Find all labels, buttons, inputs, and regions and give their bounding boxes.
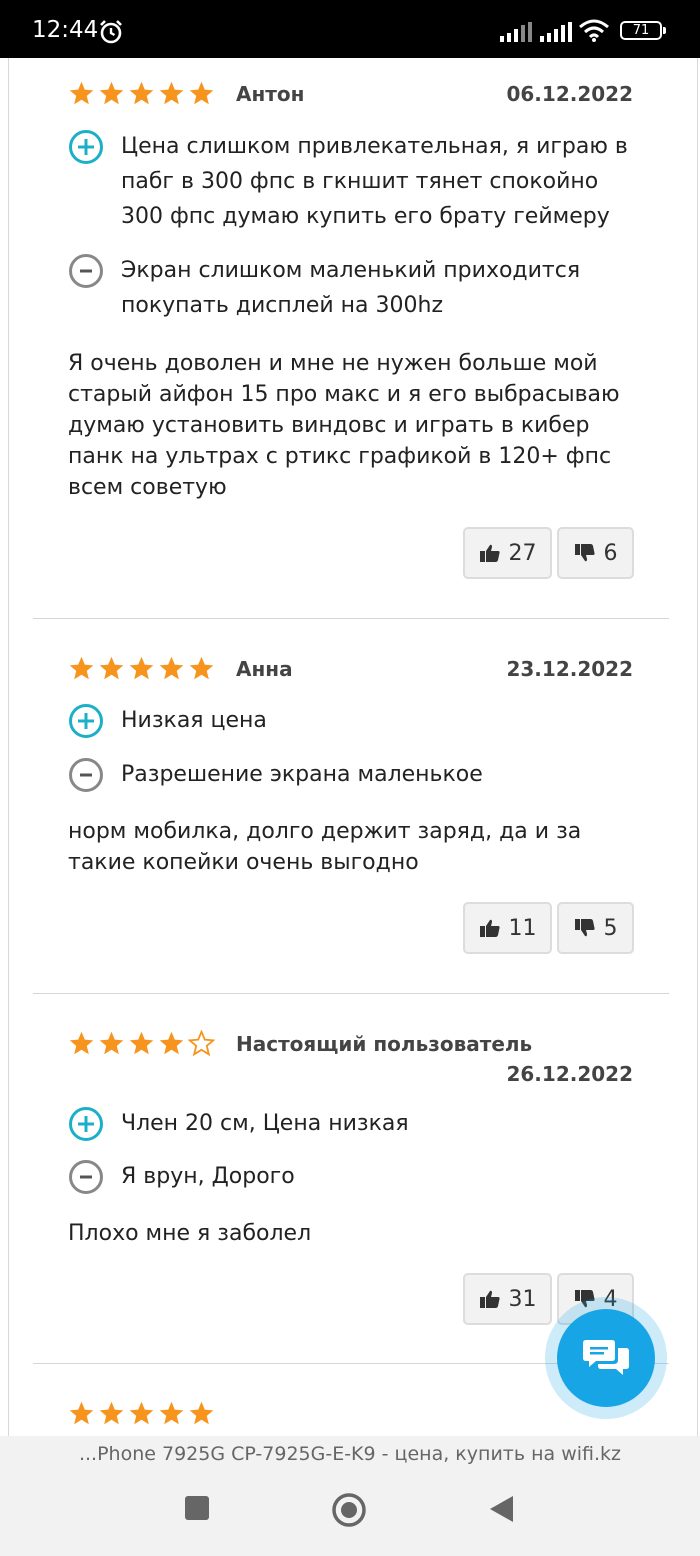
status-time: 12:44: [32, 17, 99, 43]
star-icon: [159, 1401, 184, 1425]
thumbs-up-icon: [479, 919, 500, 937]
review-text: Плохо мне я заболел: [68, 1221, 312, 1246]
dislike-button[interactable]: 6: [557, 527, 634, 579]
plus-circle-icon: [69, 1107, 103, 1141]
thumbs-down-icon: [574, 544, 595, 562]
back-triangle-icon[interactable]: [487, 1494, 515, 1524]
star-icon: [69, 1401, 94, 1425]
star-icon: [129, 1031, 154, 1055]
wifi-icon: [579, 19, 609, 42]
thumbs-up-icon: [479, 1290, 500, 1308]
chat-icon: [583, 1340, 629, 1375]
star-icon: [129, 656, 154, 680]
like-button[interactable]: 11: [463, 902, 552, 954]
battery-icon: 71: [620, 21, 666, 40]
star-icon: [129, 81, 154, 105]
like-count: 27: [508, 540, 537, 566]
review-cons: Я врун, Дорого: [68, 1159, 641, 1195]
page-title: ...Phone 7925G CP-7925G-E-K9 - цена, куп…: [78, 1443, 622, 1465]
star-icon: [159, 81, 184, 105]
star-icon: [159, 656, 184, 680]
cons-text: Экран слишком маленький приходится покуп…: [121, 258, 581, 318]
dislike-count: 5: [603, 915, 618, 941]
review-pros: Цена слишком привлекательная, я играю в …: [68, 129, 641, 234]
review-date: 06.12.2022: [506, 82, 633, 106]
status-bar: 12:44 71: [0, 0, 700, 58]
review-pros: Низкая цена: [68, 703, 641, 739]
plus-circle-icon: [69, 704, 103, 738]
star-icon: [69, 1031, 94, 1055]
pros-text: Низкая цена: [121, 708, 267, 733]
star-icon: [129, 1401, 154, 1425]
review-text: Я очень доволен и мне не нужен больше мо…: [68, 351, 620, 500]
review-cons: Разрешение экрана маленькое: [68, 757, 641, 793]
rating-stars: [68, 1030, 215, 1057]
star-icon: [99, 1401, 124, 1425]
rating-stars: [68, 80, 215, 107]
rating-stars: [68, 1400, 215, 1427]
signal-icon: [500, 22, 532, 42]
reviews-page[interactable]: Антон 06.12.2022 Цена слишком привлекате…: [8, 58, 698, 1436]
review-divider: [33, 618, 669, 619]
star-icon: [69, 81, 94, 105]
review-cons: Экран слишком маленький приходится покуп…: [68, 253, 641, 323]
review-text: норм мобилка, долго держит заряд, да и з…: [68, 819, 582, 875]
star-icon: [159, 1031, 184, 1055]
dislike-count: 6: [603, 540, 618, 566]
square-icon[interactable]: [183, 1494, 211, 1522]
rating-stars: [68, 655, 215, 682]
like-button[interactable]: 31: [463, 1273, 552, 1325]
review-date: 23.12.2022: [506, 657, 633, 681]
star-icon: [99, 81, 124, 105]
home-circle-icon[interactable]: [331, 1492, 367, 1528]
like-button[interactable]: 27: [463, 527, 552, 579]
star-icon: [189, 1401, 214, 1425]
star-icon: [189, 656, 214, 680]
thumbs-up-icon: [479, 544, 500, 562]
star-icon: [99, 1031, 124, 1055]
navigation-bar: [0, 1474, 700, 1556]
minus-circle-icon: [69, 1160, 103, 1194]
star-icon: [99, 656, 124, 680]
minus-circle-icon: [69, 758, 103, 792]
thumbs-down-icon: [574, 919, 595, 937]
alarm-icon: [100, 20, 122, 44]
signal-icon: [540, 22, 572, 42]
pros-text: Член 20 см, Цена низкая: [121, 1111, 409, 1136]
cons-text: Разрешение экрана маленькое: [121, 762, 483, 787]
dislike-button[interactable]: 5: [557, 902, 634, 954]
star-icon: [69, 656, 94, 680]
review-author: Анна: [236, 657, 293, 681]
chat-button[interactable]: [545, 1297, 667, 1419]
review-divider: [33, 993, 669, 994]
review-author: Настоящий пользователь: [236, 1032, 533, 1056]
like-count: 11: [508, 915, 537, 941]
url-bar[interactable]: ...Phone 7925G CP-7925G-E-K9 - цена, куп…: [0, 1436, 700, 1474]
cons-text: Я врун, Дорого: [121, 1164, 295, 1189]
star-icon: [188, 1030, 215, 1057]
review-author: Антон: [236, 82, 305, 106]
review-date: 26.12.2022: [506, 1062, 633, 1086]
pros-text: Цена слишком привлекательная, я играю в …: [121, 134, 628, 229]
like-count: 31: [508, 1286, 537, 1312]
minus-circle-icon: [69, 254, 103, 288]
review-pros: Член 20 см, Цена низкая: [68, 1106, 641, 1142]
plus-circle-icon: [69, 130, 103, 164]
star-icon: [189, 81, 214, 105]
